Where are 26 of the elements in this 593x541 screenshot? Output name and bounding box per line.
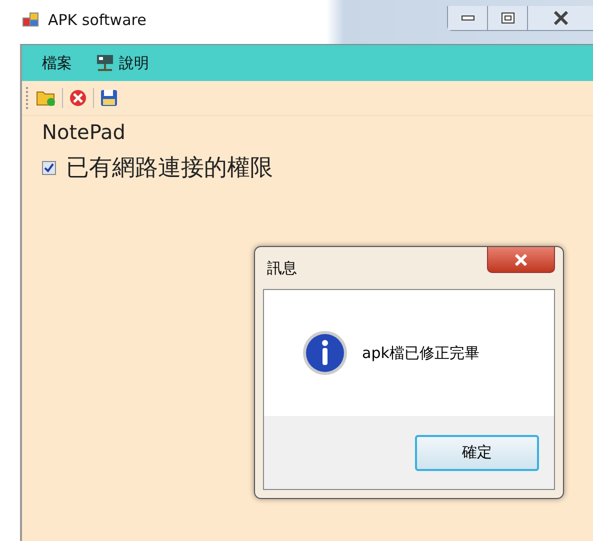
- close-icon: [552, 11, 568, 25]
- folder-icon: [36, 89, 56, 107]
- minimize-button[interactable]: [448, 6, 488, 30]
- permission-checkbox[interactable]: [42, 160, 56, 174]
- save-icon: [100, 89, 118, 107]
- maximize-icon: [500, 12, 514, 24]
- minimize-icon: [460, 15, 474, 21]
- window-title: APK software: [48, 11, 146, 29]
- ok-button[interactable]: 確定: [415, 434, 539, 470]
- checkmark-icon: [44, 162, 54, 172]
- info-icon: [302, 330, 348, 376]
- close-button[interactable]: [528, 6, 593, 30]
- dialog-title: 訊息: [267, 258, 297, 278]
- app-name-label: NotePad: [42, 120, 126, 144]
- save-button[interactable]: [98, 87, 120, 109]
- delete-button[interactable]: [67, 87, 89, 109]
- menu-item[interactable]: 說明: [88, 50, 157, 76]
- maximize-button[interactable]: [488, 6, 528, 30]
- close-icon: [513, 254, 529, 266]
- message-text: apk檔已修正完畢: [362, 344, 480, 362]
- delete-icon: [69, 89, 87, 107]
- menu-item[interactable]: 檔案: [34, 50, 80, 76]
- close-button[interactable]: [487, 247, 555, 273]
- permission-label: 已有網路連接的權限: [66, 154, 273, 183]
- app-icon: [22, 11, 40, 29]
- monitor-icon: [96, 54, 114, 72]
